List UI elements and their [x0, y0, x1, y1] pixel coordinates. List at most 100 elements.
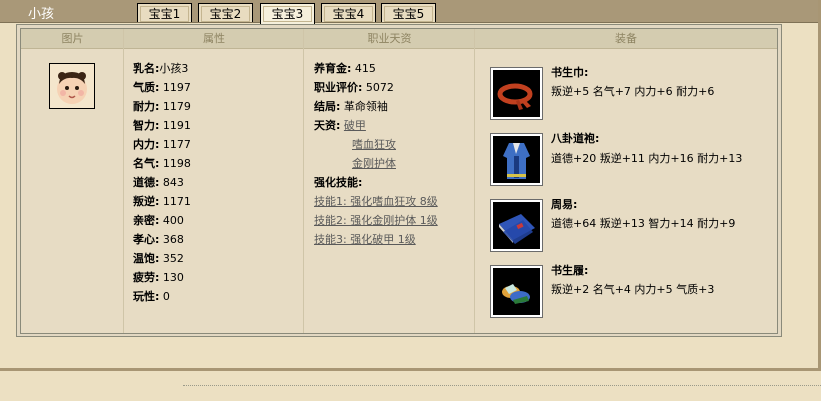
attr-row: 名气: 1198 [133, 155, 191, 172]
attr-row: 智力: 1191 [133, 117, 191, 134]
robe-icon [493, 136, 540, 183]
bottom-divider [183, 385, 821, 386]
equip-slot-feet[interactable] [490, 265, 543, 318]
attr-row: 亲密: 400 [133, 212, 184, 229]
child-avatar [49, 63, 95, 109]
attr-label: 玩性: [133, 290, 160, 303]
attr-value: 1191 [162, 119, 191, 132]
talents-label: 天资: [314, 119, 341, 132]
tab-label: 宝宝4 [324, 6, 373, 22]
attr-label: 智力: [133, 119, 160, 132]
skills-heading: 强化技能: [314, 174, 362, 191]
equip-stats: 叛逆+2 名气+4 内力+5 气质+3 [551, 283, 715, 296]
attr-label: 内力: [133, 138, 160, 151]
attr-label: 叛逆: [133, 195, 160, 208]
equip-stats: 叛逆+5 名气+7 内力+6 耐力+6 [551, 85, 715, 98]
tab-label: 宝宝5 [384, 6, 433, 22]
header-equipment: 装备 [615, 32, 637, 45]
attr-row: 疲劳: 130 [133, 269, 184, 286]
attr-label: 气质: [133, 81, 160, 94]
talents-row: 天资: 破甲 [314, 117, 366, 134]
equip-slot-body[interactable] [490, 133, 543, 186]
attr-value: 1179 [162, 100, 191, 113]
attr-row: 道德: 843 [133, 174, 184, 191]
header-row: 图片 属性 职业天资 装备 [21, 29, 777, 49]
attr-row: 气质: 1197 [133, 79, 191, 96]
talent-link-pojia[interactable]: 破甲 [344, 119, 366, 132]
ending-label: 结局: [314, 100, 341, 113]
tab-label: 宝宝1 [140, 6, 189, 22]
attr-row: 孝心: 368 [133, 231, 184, 248]
skill-row: 技能2: 强化金刚护体 1级 [314, 212, 438, 229]
fee-value: 415 [354, 62, 376, 75]
fee-row: 养育金: 415 [314, 60, 376, 77]
book-icon [493, 202, 540, 249]
equip-slot-head[interactable] [490, 67, 543, 120]
equip-name: 书生巾: [551, 66, 589, 79]
skills-label: 强化技能: [314, 176, 363, 189]
header-talent: 职业天资 [367, 32, 412, 45]
eval-label: 职业评价: [314, 81, 363, 94]
window-title: 小孩 [28, 7, 55, 22]
attr-row: 叛逆: 1171 [133, 193, 191, 210]
tab-baby-3[interactable]: 宝宝3 [260, 3, 315, 24]
header-picture: 图片 [61, 32, 84, 45]
equip-slot-book[interactable] [490, 199, 543, 252]
attr-row: 内力: 1177 [133, 136, 191, 153]
attr-value: 1171 [162, 195, 191, 208]
ending-row: 结局: 革命领袖 [314, 98, 388, 115]
equip-stats: 道德+64 叛逆+13 智力+14 耐力+9 [551, 217, 736, 230]
attr-label: 孝心: [133, 233, 160, 246]
equip-name: 书生履: [551, 264, 589, 277]
attr-value: 1198 [162, 157, 191, 170]
ending-value: 革命领袖 [343, 100, 388, 113]
attr-value: 352 [162, 252, 184, 265]
attr-label: 亲密: [133, 214, 160, 227]
skill-link-3[interactable]: 技能3: 强化破甲 1级 [314, 233, 416, 246]
talent-link-jingang[interactable]: 金刚护体 [352, 157, 396, 170]
column-divider [303, 29, 304, 333]
skill-link-1[interactable]: 技能1: 强化嗜血狂攻 8级 [314, 195, 438, 208]
talent-row: 嗜血狂攻 [352, 136, 396, 153]
column-divider [474, 29, 475, 333]
attr-value: 1177 [162, 138, 191, 151]
detail-panel: 图片 属性 职业天资 装备 乳名:小孩3 气质: 1197 耐力: 1179 智… [20, 28, 778, 334]
equip-name: 八卦道袍: [551, 132, 600, 145]
attr-label: 乳名: [133, 62, 160, 75]
skill-row: 技能1: 强化嗜血狂攻 8级 [314, 193, 438, 210]
header-attributes: 属性 [203, 32, 225, 45]
detail-panel-border: 图片 属性 职业天资 装备 乳名:小孩3 气质: 1197 耐力: 1179 智… [16, 24, 782, 337]
attr-value: 1197 [162, 81, 191, 94]
attr-row: 温饱: 352 [133, 250, 184, 267]
attr-row: 玩性: 0 [133, 288, 170, 305]
talent-link-shixue[interactable]: 嗜血狂攻 [352, 138, 396, 151]
attr-label: 耐力: [133, 100, 160, 113]
attr-label: 名气: [133, 157, 160, 170]
baby-face-icon [50, 64, 94, 108]
skill-link-2[interactable]: 技能2: 强化金刚护体 1级 [314, 214, 438, 227]
tab-baby-5[interactable]: 宝宝5 [381, 3, 436, 22]
fee-label: 养育金: [314, 62, 352, 75]
equip-name: 周易: [551, 198, 578, 211]
tab-label: 宝宝2 [201, 6, 250, 22]
tab-baby-2[interactable]: 宝宝2 [198, 3, 253, 22]
eval-row: 职业评价: 5072 [314, 79, 394, 96]
tab-label: 宝宝3 [263, 6, 312, 22]
child-window: 小孩 宝宝1 宝宝2 宝宝3 宝宝4 宝宝5 图片 属性 职业天资 装备 乳名:… [0, 0, 821, 371]
tab-baby-1[interactable]: 宝宝1 [137, 3, 192, 22]
attr-value: 130 [162, 271, 184, 284]
attr-value: 0 [162, 290, 170, 303]
talent-row: 金刚护体 [352, 155, 396, 172]
attr-value: 400 [162, 214, 184, 227]
attr-value: 小孩3 [159, 62, 189, 75]
attr-row: 耐力: 1179 [133, 98, 191, 115]
attr-row: 乳名:小孩3 [133, 60, 188, 77]
shoes-icon [493, 268, 540, 315]
tab-baby-4[interactable]: 宝宝4 [321, 3, 376, 22]
skill-row: 技能3: 强化破甲 1级 [314, 231, 416, 248]
attr-label: 温饱: [133, 252, 160, 265]
equip-stats: 道德+20 叛逆+11 内力+16 耐力+13 [551, 152, 743, 165]
title-bar: 小孩 宝宝1 宝宝2 宝宝3 宝宝4 宝宝5 [0, 0, 818, 24]
attr-value: 843 [162, 176, 184, 189]
attr-value: 368 [162, 233, 184, 246]
